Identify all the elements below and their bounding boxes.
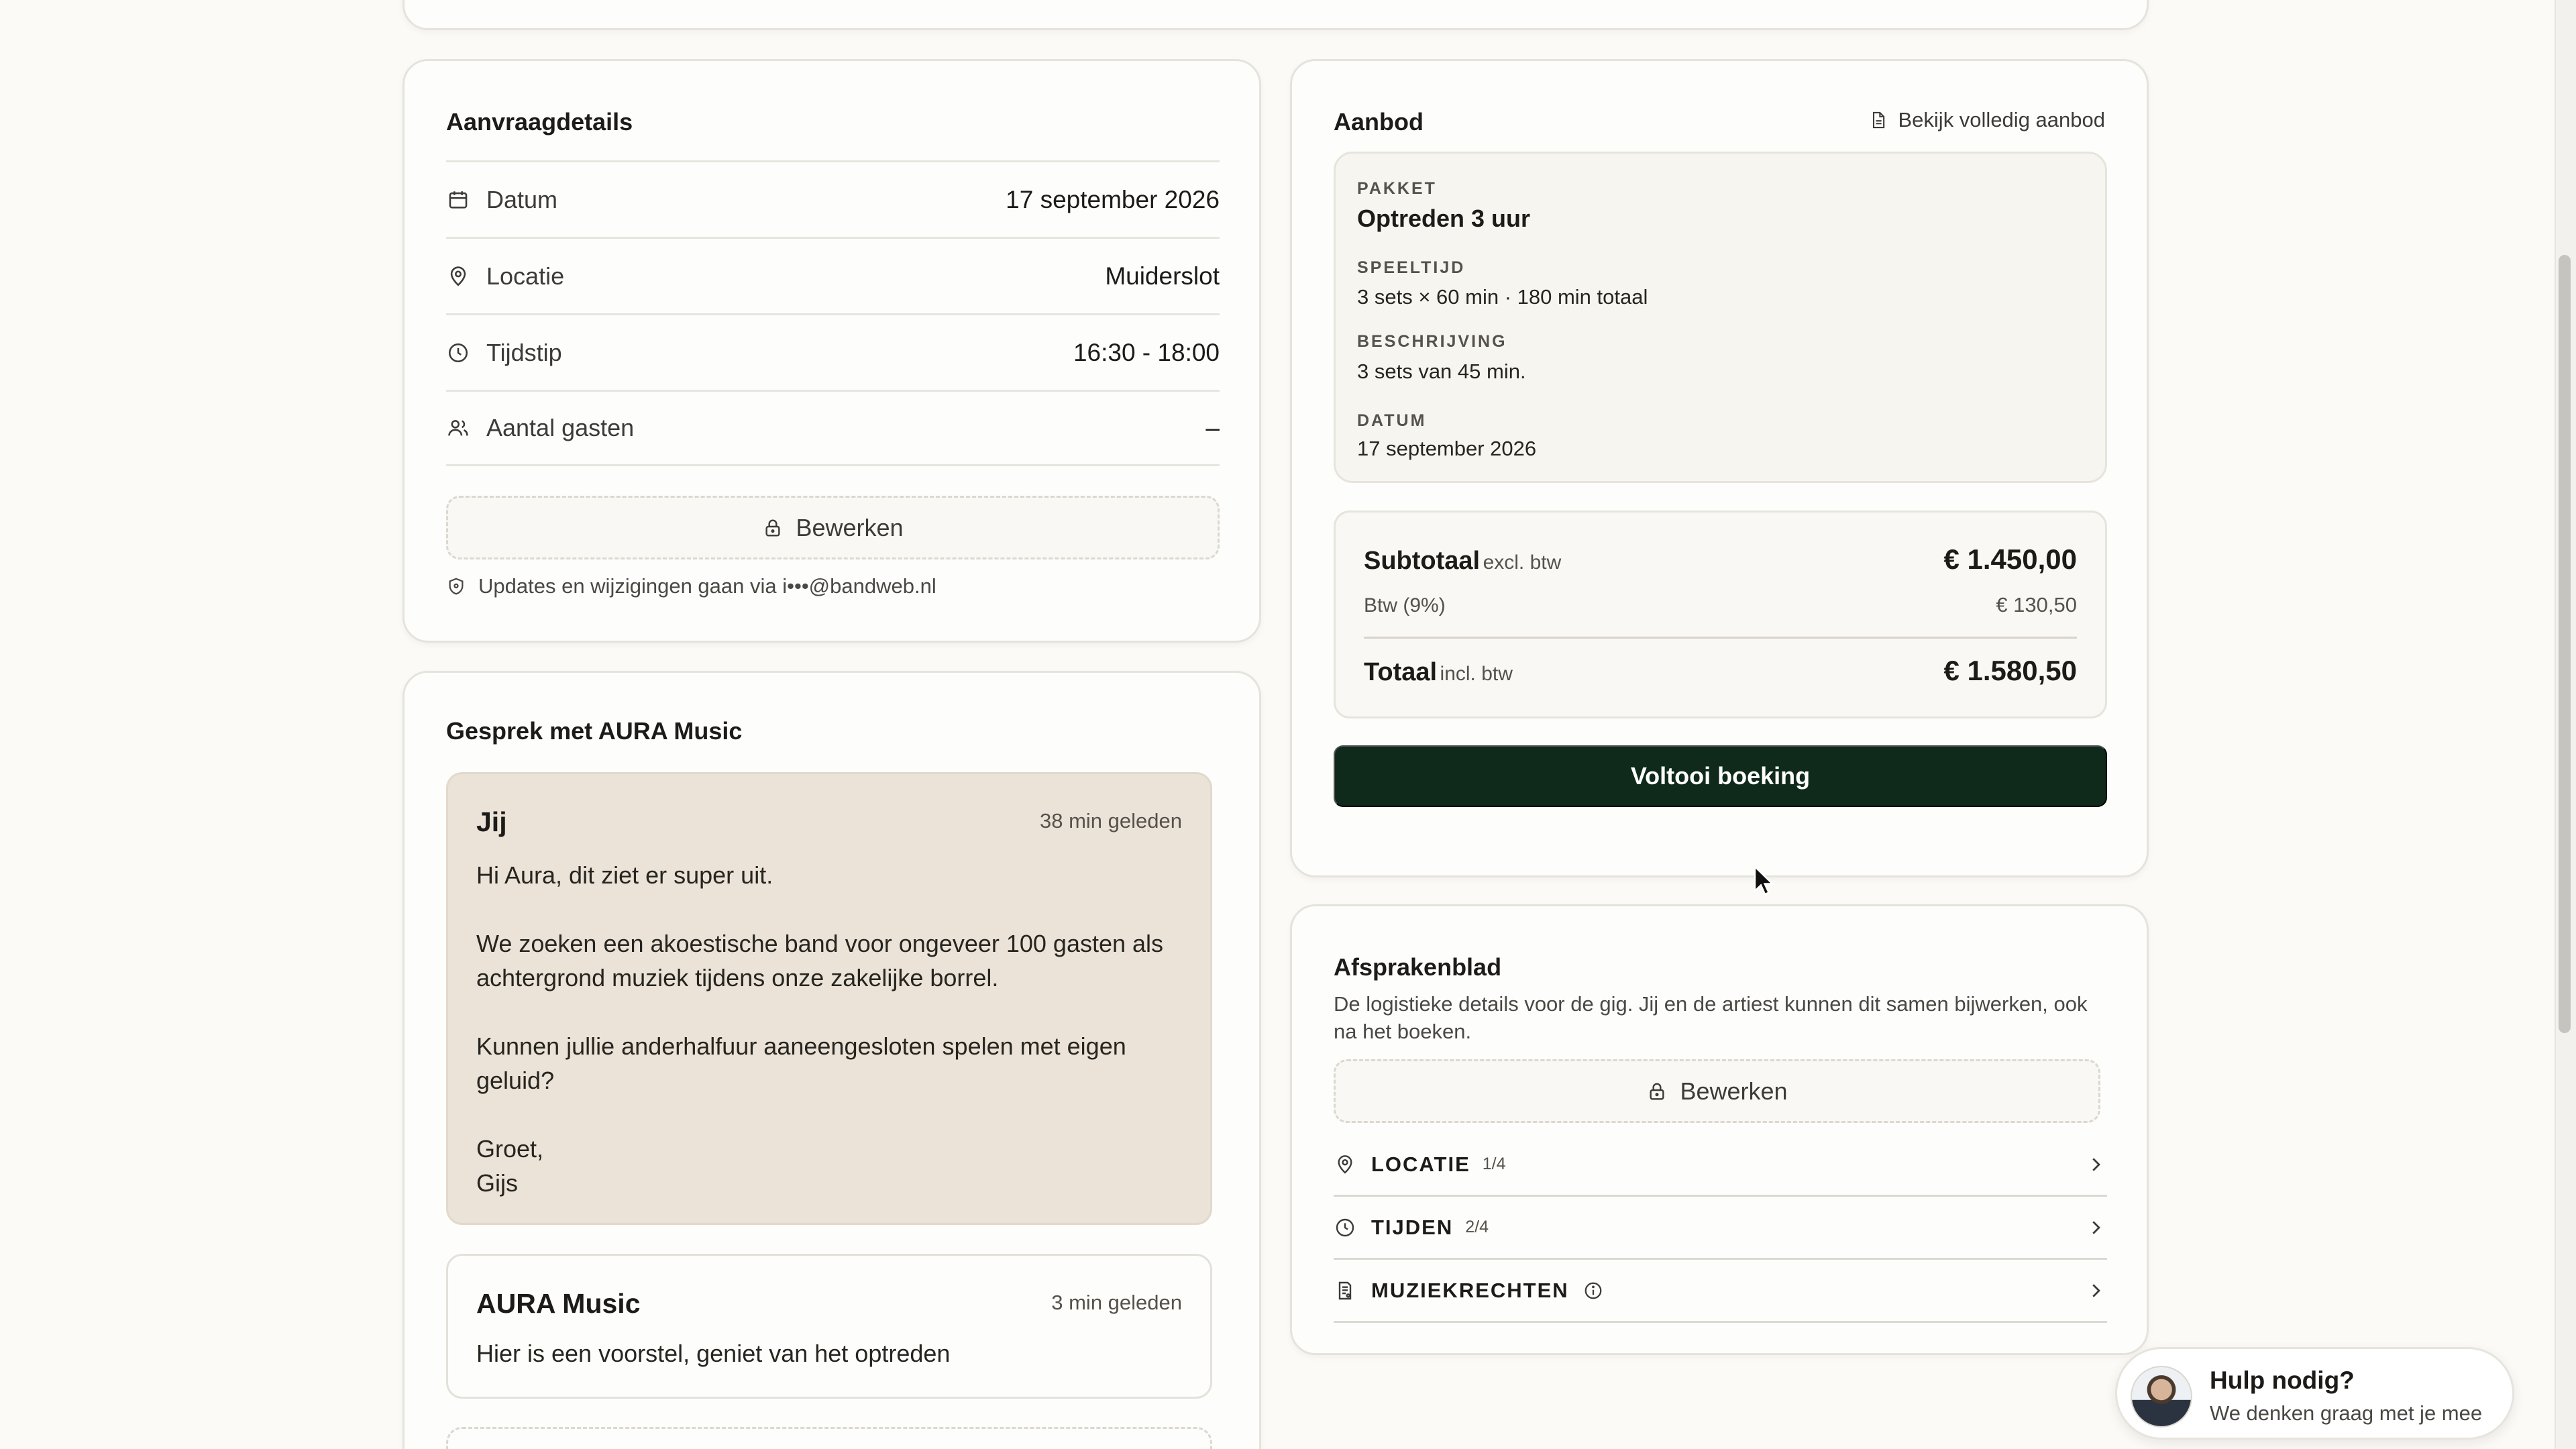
chevron-right-icon [2084, 1153, 2107, 1176]
package-box: PAKKET Optreden 3 uur SPEELTIJD 3 sets ×… [1334, 152, 2107, 483]
edit-details-label: Bewerken [796, 513, 904, 541]
message-artist: AURA Music 3 min geleden Hier is een voo… [446, 1254, 1212, 1399]
document-icon [1869, 110, 1888, 130]
total-label: Totaal [1364, 658, 1438, 686]
edit-agreements-button[interactable]: Bewerken [1334, 1059, 2100, 1123]
message-placeholder [446, 1427, 1212, 1449]
subtotal-label: Subtotaal [1364, 547, 1481, 575]
total-row: Totaal incl. btw € 1.580,50 [1364, 655, 2077, 687]
playtime-label: SPEELTIJD [1357, 258, 1466, 277]
shield-icon [446, 576, 466, 596]
description-value: 3 sets van 45 min. [1357, 360, 1526, 383]
package-label: PAKKET [1357, 179, 1437, 198]
info-icon[interactable] [1582, 1280, 1604, 1301]
support-avatar [2131, 1366, 2192, 1428]
detail-row-date: Datum 17 september 2026 [446, 160, 1220, 237]
message-paragraph: Hi Aura, dit ziet er super uit. [476, 861, 773, 889]
updates-note-text: Updates en wijzigingen gaan via i•••@ban… [478, 574, 936, 598]
clock-icon [446, 341, 470, 365]
agreements-card: Afsprakenblad De logistieke details voor… [1290, 904, 2149, 1355]
view-full-offer-link[interactable]: Bekijk volledig aanbod [1869, 108, 2106, 132]
detail-row-location: Locatie Muiderslot [446, 237, 1220, 313]
date-value: 17 september 2026 [1357, 437, 1537, 460]
package-value: Optreden 3 uur [1357, 205, 1531, 232]
request-details-card: Aanvraagdetails Datum 17 september 2026 … [402, 59, 1261, 643]
section-title: MUZIEKRECHTEN [1371, 1278, 1569, 1302]
chevron-right-icon [2084, 1216, 2107, 1239]
previous-card [402, 0, 2149, 30]
lock-icon [762, 517, 784, 539]
edit-agreements-label: Bewerken [1680, 1077, 1788, 1105]
section-progress: 2/4 [1465, 1218, 1489, 1236]
detail-value: Muiderslot [1105, 262, 1220, 290]
mouse-cursor-icon [1754, 865, 1776, 896]
message-own: Jij 38 min geleden Hi Aura, dit ziet er … [446, 772, 1212, 1225]
location-pin-icon [446, 264, 470, 288]
section-music-rights[interactable]: MUZIEKRECHTEN [1334, 1260, 2107, 1323]
vat-label: Btw (9%) [1364, 594, 1446, 616]
clock-icon [1334, 1216, 1356, 1239]
message-paragraph: Groet, Gijs [476, 1135, 544, 1197]
detail-row-guests: Aantal gasten – [446, 390, 1220, 466]
playtime-value: 3 sets × 60 min · 180 min totaal [1357, 285, 1648, 309]
music-rights-icon [1334, 1279, 1356, 1302]
detail-value: – [1205, 414, 1220, 441]
message-paragraph: Kunnen jullie anderhalfuur aaneengeslote… [476, 1032, 1126, 1094]
offer-title: Aanbod [1334, 108, 1424, 136]
description-label: BESCHRIJVING [1357, 332, 1507, 351]
chevron-right-icon [2084, 1279, 2107, 1302]
message-time: 38 min geleden [1040, 809, 1182, 833]
agreements-description: De logistieke details voor de gig. Jij e… [1334, 992, 2088, 1043]
detail-label: Aantal gasten [486, 414, 635, 441]
conversation-title: Gesprek met AURA Music [446, 717, 743, 745]
view-full-offer-label: Bekijk volledig aanbod [1898, 108, 2106, 131]
price-summary: Subtotaal excl. btw € 1.450,00 Btw (9%) … [1334, 511, 2107, 718]
message-paragraph: We zoeken een akoestische band voor onge… [476, 930, 1164, 991]
location-pin-icon [1334, 1153, 1356, 1176]
agreements-title: Afsprakenblad [1334, 953, 1502, 981]
conversation-card: Gesprek met AURA Music Jij 38 min gelede… [402, 671, 1261, 1449]
message-author: AURA Music [476, 1288, 641, 1319]
lock-icon [1646, 1081, 1668, 1102]
request-details-title: Aanvraagdetails [446, 108, 633, 136]
section-location[interactable]: LOCATIE 1/4 [1334, 1134, 2107, 1197]
detail-value: 16:30 - 18:00 [1073, 338, 1220, 366]
subtotal-row: Subtotaal excl. btw € 1.450,00 [1364, 543, 2077, 576]
subtotal-amount: € 1.450,00 [1943, 543, 2077, 575]
message-paragraph: Hier is een voorstel, geniet van het opt… [476, 1340, 951, 1367]
detail-row-time: Tijdstip 16:30 - 18:00 [446, 313, 1220, 390]
message-body: Hier is een voorstel, geniet van het opt… [476, 1336, 1187, 1371]
updates-note: Updates en wijzigingen gaan via i•••@ban… [446, 574, 936, 598]
message-time: 3 min geleden [1051, 1291, 1182, 1314]
users-icon [446, 416, 470, 440]
section-title: TIJDEN [1371, 1215, 1454, 1239]
scrollbar-thumb[interactable] [2559, 255, 2571, 1033]
message-author: Jij [476, 806, 507, 837]
edit-details-button[interactable]: Bewerken [446, 496, 1220, 559]
date-label: DATUM [1357, 411, 1427, 430]
detail-label: Datum [486, 185, 558, 213]
help-subtitle: We denken graag met je mee [2210, 1401, 2483, 1425]
offer-card: Aanbod Bekijk volledig aanbod PAKKET Opt… [1290, 59, 2149, 877]
detail-label: Locatie [486, 262, 565, 290]
help-widget[interactable]: Hulp nodig? We denken graag met je mee [2115, 1347, 2514, 1440]
complete-booking-button[interactable]: Voltooi boeking [1334, 745, 2107, 807]
section-times[interactable]: TIJDEN 2/4 [1334, 1197, 2107, 1260]
message-body: Hi Aura, dit ziet er super uit. We zoeke… [476, 858, 1187, 1200]
detail-value: 17 september 2026 [1006, 185, 1220, 213]
vat-amount: € 130,50 [1996, 593, 2077, 616]
subtotal-suffix: excl. btw [1483, 551, 1562, 574]
total-suffix: incl. btw [1440, 663, 1513, 685]
help-title: Hulp nodig? [2210, 1366, 2355, 1394]
section-title: LOCATIE [1371, 1152, 1470, 1176]
calendar-icon [446, 188, 470, 212]
vat-row: Btw (9%) € 130,50 [1364, 593, 2077, 617]
totals-divider [1364, 637, 2077, 639]
section-progress: 1/4 [1482, 1155, 1506, 1173]
total-amount: € 1.580,50 [1943, 655, 2077, 686]
detail-label: Tijdstip [486, 338, 562, 366]
